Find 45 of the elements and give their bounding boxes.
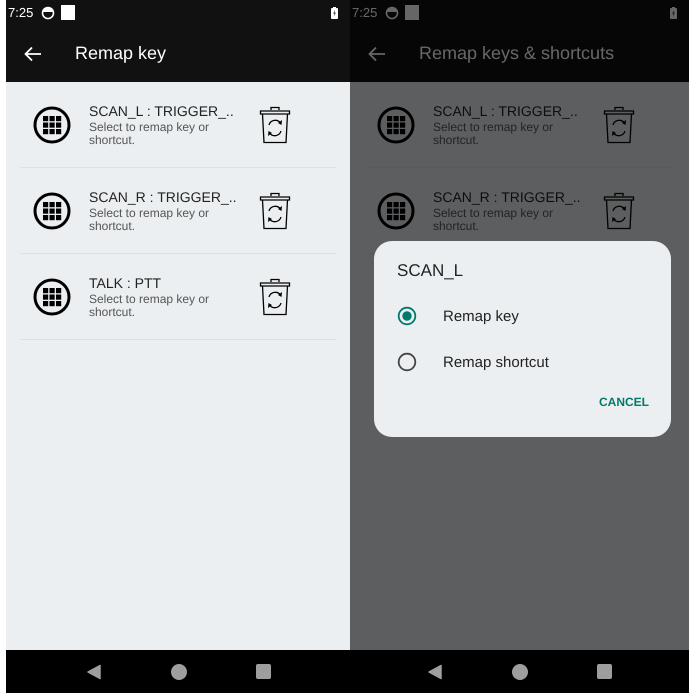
trash-refresh-icon[interactable] — [259, 278, 291, 316]
home-circle-icon[interactable] — [512, 664, 528, 680]
option-label: Remap key — [443, 308, 519, 324]
key-mapping-item[interactable]: TALK : PTT Select to remap key or shortcut. — [20, 254, 336, 340]
radio-option[interactable]: Remap key — [397, 293, 647, 339]
radio-button[interactable] — [397, 306, 417, 326]
radio-button[interactable] — [397, 352, 417, 372]
key-mapping-item[interactable]: SCAN_L : TRIGGER_.. Select to remap key or shortcut. — [20, 82, 336, 168]
status-time: 7:25 — [8, 5, 34, 20]
radio-option[interactable]: Remap shortcut — [397, 339, 647, 385]
key-name: SCAN_R : TRIGGER_.. — [433, 188, 582, 204]
key-name: SCAN_L : TRIGGER_.. — [89, 102, 235, 118]
back-triangle-icon[interactable] — [427, 664, 443, 680]
screen-title: Remap keys & shortcuts — [419, 43, 614, 64]
status-circle-icon — [385, 6, 400, 20]
back-arrow-icon[interactable] — [24, 46, 42, 62]
item-hint: Select to remap key or shortcut. — [433, 120, 554, 146]
back-triangle-icon[interactable] — [86, 664, 102, 680]
battery-icon — [670, 6, 677, 18]
status-square-icon — [61, 5, 76, 20]
screen-title: Remap key — [75, 43, 166, 64]
keypad-icon — [377, 192, 415, 230]
item-hint: Select to remap key or shortcut. — [89, 292, 210, 318]
option-label: Remap shortcut — [443, 354, 549, 370]
key-mapping-item[interactable]: SCAN_R : TRIGGER_.. Select to remap key or shortcut. — [20, 168, 336, 254]
dialog-title: SCAN_L — [397, 261, 464, 281]
keypad-icon — [33, 106, 71, 144]
status-square-icon — [405, 5, 420, 20]
status-circle-icon — [41, 6, 56, 20]
key-name: SCAN_L : TRIGGER_.. — [433, 102, 579, 118]
keypad-icon — [33, 192, 71, 230]
trash-refresh-icon[interactable] — [259, 106, 291, 144]
recents-square-icon[interactable] — [256, 664, 270, 679]
keypad-icon — [377, 106, 415, 144]
keypad-icon — [33, 278, 71, 316]
item-hint: Select to remap key or shortcut. — [433, 206, 554, 232]
key-name: TALK : PTT — [89, 274, 162, 290]
cancel-button[interactable]: CANCEL — [599, 391, 649, 413]
home-circle-icon[interactable] — [170, 664, 186, 680]
status-time: 7:25 — [352, 5, 378, 20]
battery-icon — [331, 6, 338, 18]
item-hint: Select to remap key or shortcut. — [89, 120, 210, 146]
trash-refresh-icon[interactable] — [259, 192, 291, 230]
key-name: SCAN_R : TRIGGER_.. — [89, 188, 238, 204]
item-hint: Select to remap key or shortcut. — [89, 206, 210, 232]
